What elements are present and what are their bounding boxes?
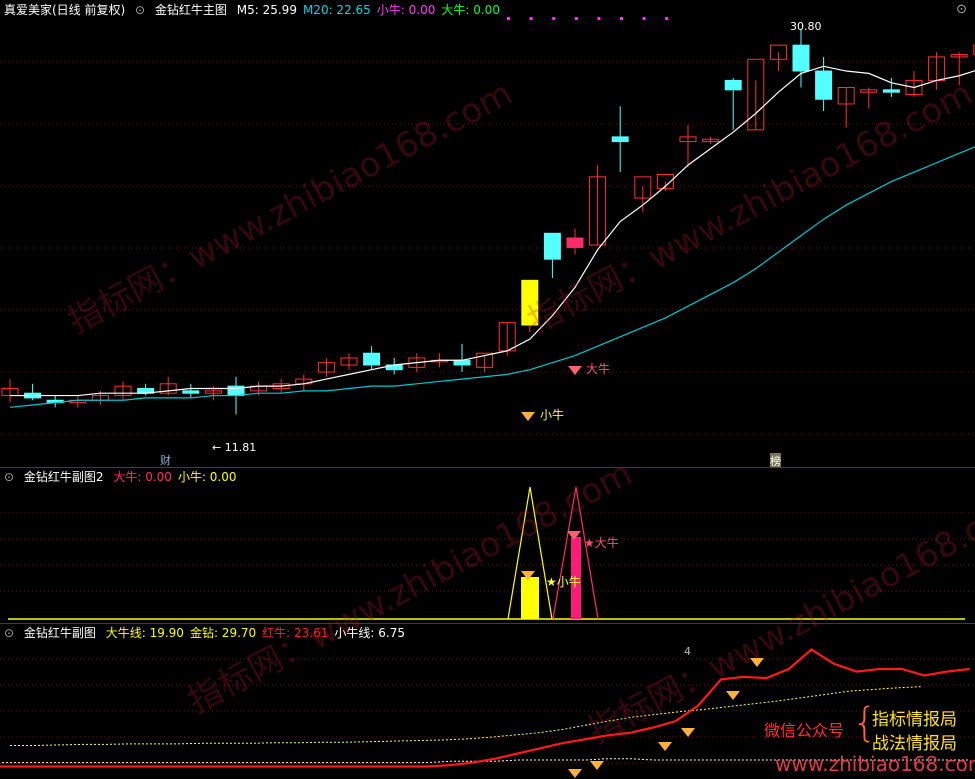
main-value-0: M5: 25.99 [236, 3, 297, 17]
sub-chart-2-canvas[interactable] [0, 467, 975, 623]
candle-body [724, 79, 742, 91]
stock-title[interactable]: 真爱美家(日线 前复权) [4, 3, 125, 17]
diamond-icon [590, 761, 604, 770]
sub-chart-2-panel[interactable]: ⊙ 金钻红牛副图2 大牛: 0.00 小牛: 0.00 ★小牛 ★大牛 [0, 467, 975, 623]
signal-dot [552, 17, 556, 20]
finance-tag[interactable]: 财 [160, 452, 171, 467]
candle-body [815, 70, 833, 100]
diamond-icon [681, 728, 695, 737]
sub1-value-0: 大牛线: 19.90 [105, 626, 184, 640]
main-value-3: 大牛: 0.00 [441, 3, 500, 17]
brand-line-1: 指标情报局 [872, 710, 957, 730]
candle-body [611, 136, 629, 143]
signal-dot [529, 17, 533, 20]
sub2-header: ⊙ 金钻红牛副图2 大牛: 0.00 小牛: 0.00 [4, 469, 249, 485]
candle-body [363, 352, 381, 366]
candle-body [182, 390, 200, 394]
diamond-icon [726, 691, 740, 700]
candle-body [792, 44, 810, 72]
candle-body [882, 89, 900, 93]
main-indicator-name[interactable]: 金钻红牛主图 [155, 3, 227, 17]
xiaoniu-bar [521, 577, 539, 619]
main-value-2: 小牛: 0.00 [376, 3, 436, 17]
sub1-value-1: 金钻: 29.70 [189, 626, 257, 640]
low-price-label: ← 11.81 [212, 441, 257, 454]
daniu-signal-label: 大牛 [586, 362, 611, 376]
sub1-indicator-name[interactable]: 金钻红牛副图 [24, 626, 96, 640]
diamond-icon [568, 769, 582, 778]
candle-body [543, 232, 561, 260]
candle-body [453, 359, 471, 366]
signal-dot [665, 17, 669, 20]
brand-line-2: 战法情报局 [872, 734, 957, 754]
candle-body [521, 279, 539, 326]
xiaoniu-signal-label: 小牛 [540, 408, 565, 422]
collapse-icon[interactable]: ⊙ [4, 626, 14, 640]
diamond-icon [750, 658, 764, 667]
sub2-indicator-name[interactable]: 金钻红牛副图2 [24, 470, 104, 484]
footer-url: www.zhibiao168.com [775, 752, 975, 776]
hongniu-line [0, 648, 970, 768]
signal-dot [642, 17, 646, 20]
main-chart-header: 真爱美家(日线 前复权) ⊙ 金钻红牛主图 M5: 25.99 M20: 22.6… [4, 2, 512, 18]
sub1-value-3: 小牛线: 6.75 [334, 626, 405, 640]
wechat-label: 微信公众号 [764, 721, 845, 740]
diamond-icon [521, 412, 535, 421]
main-chart-canvas[interactable] [0, 0, 975, 467]
main-indicator-values: M5: 25.99 M20: 22.65 小牛: 0.00 大牛: 0.00 [237, 3, 506, 17]
signal-dot [597, 17, 601, 20]
signal-dot [574, 17, 578, 20]
sub1-header: ⊙ 金钻红牛副图 大牛线: 19.90 金钻: 29.70 红牛: 23.61 小牛线… [4, 625, 417, 641]
collapse-icon[interactable]: ⊙ [135, 3, 145, 17]
sub1-value-2: 红牛: 23.61 [262, 626, 329, 640]
collapse-icon[interactable]: ⊙ [4, 470, 14, 484]
sub2-value-1: 小牛: 0.00 [177, 470, 237, 484]
signal-dot [620, 17, 623, 20]
main-value-1: M20: 22.65 [302, 3, 371, 17]
diamond-icon [658, 742, 672, 751]
ma5-line [10, 65, 975, 397]
sub2-indicator-values: 大牛: 0.00 小牛: 0.00 [113, 470, 242, 484]
diamond-icon [568, 366, 582, 375]
ranking-tag[interactable]: 榜 [770, 453, 781, 467]
sub2-xiaoniu-label: ★小牛 [546, 575, 581, 589]
high-price-label: 30.80 [790, 20, 822, 33]
sub1-indicator-values: 大牛线: 19.90 金钻: 29.70 红牛: 23.61 小牛线: 6.75 [106, 626, 411, 640]
sub-chart-1-panel[interactable]: ⊙ 金钻红牛副图 大牛线: 19.90 金钻: 29.70 红牛: 23.61 小牛线… [0, 623, 975, 779]
panel-menu-icon[interactable]: ⊙ [956, 2, 967, 17]
candle-body [566, 237, 584, 248]
marker-4-label: 4 [684, 645, 691, 658]
main-chart-panel[interactable]: 真爱美家(日线 前复权) ⊙ 金钻红牛主图 M5: 25.99 M20: 22.6… [0, 0, 975, 467]
sub2-value-0: 大牛: 0.00 [113, 470, 172, 484]
sub2-daniu-label: ★大牛 [584, 536, 619, 550]
